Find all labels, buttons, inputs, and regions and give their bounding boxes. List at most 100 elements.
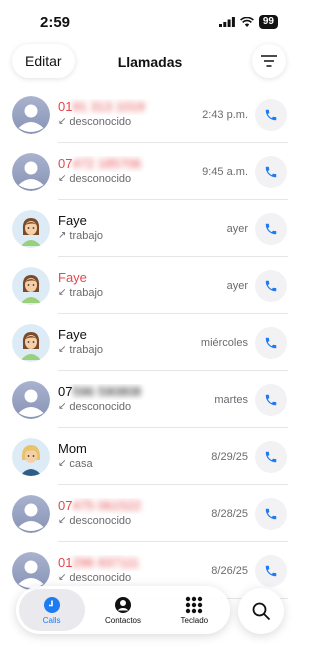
call-back-button[interactable] [255, 155, 287, 188]
call-info: Mom ↙ casa [58, 441, 188, 471]
call-back-button[interactable] [255, 497, 287, 530]
caller-number-redacted: 472 185706 [72, 156, 142, 171]
call-back-button[interactable] [255, 440, 287, 473]
status-icons: 99 [218, 15, 278, 29]
avatar [12, 437, 50, 476]
call-row[interactable]: Faye ↙ trabajo ayer [0, 257, 300, 314]
call-time: miércoles [200, 336, 248, 349]
avatar [12, 152, 50, 191]
call-type: ↙ desconocido [58, 115, 188, 129]
call-row[interactable]: 07596 590808 ↙ desconocido martes [0, 371, 300, 428]
outgoing-arrow-icon: ↗ [58, 230, 67, 241]
page-title: Llamadas [117, 54, 183, 70]
call-type: ↙ trabajo [58, 286, 188, 300]
call-type-label: desconocido [69, 116, 132, 128]
keypad-icon [186, 596, 203, 613]
call-type-label: trabajo [69, 230, 104, 242]
call-time: ayer [226, 279, 248, 292]
call-time: martes [214, 393, 248, 406]
call-time: 8/29/25 [211, 450, 248, 463]
search-button[interactable] [238, 588, 284, 634]
call-type: ↙ desconocido [58, 514, 188, 528]
caller-number-redacted: 296 937111 [72, 555, 140, 570]
caller-name: Faye [58, 213, 87, 228]
avatar [12, 380, 50, 419]
phone-icon [265, 565, 277, 576]
caller-number-redacted: 91 313 1019 [72, 99, 145, 114]
call-row[interactable]: 0191 313 1019 ↙ desconocido 2:43 p.m. [0, 86, 300, 143]
phone-icon [265, 337, 277, 348]
phone-icon [265, 223, 277, 234]
call-row[interactable]: Faye ↙ trabajo miércoles [0, 314, 300, 371]
caller-name: 07475 061522 [58, 498, 188, 514]
caller-name: 0191 313 1019 [58, 99, 188, 115]
tab-keypad[interactable]: Teclado [161, 589, 227, 631]
caller-number-prefix: 07 [58, 384, 73, 399]
call-time: 9:45 a.m. [202, 165, 248, 178]
call-type: ↙ desconocido [58, 571, 188, 585]
avatar [12, 551, 50, 590]
caller-name: Mom [58, 441, 87, 456]
phone-icon [265, 280, 277, 291]
caller-name: 07596 590808 [58, 384, 188, 400]
search-icon [252, 602, 271, 621]
phone-icon [265, 166, 277, 177]
call-info: 07596 590808 ↙ desconocido [58, 384, 188, 414]
avatar [12, 209, 50, 248]
battery-indicator: 99 [258, 15, 278, 29]
tab-bar: Calls Contactos Teclado [16, 586, 230, 634]
wifi-icon [239, 17, 254, 27]
call-info: Faye ↙ trabajo [58, 270, 188, 300]
caller-number-prefix: 07 [58, 498, 73, 513]
tab-keypad-label: Teclado [180, 615, 209, 625]
call-row[interactable]: Faye ↗ trabajo ayer [0, 200, 300, 257]
call-type-label: desconocido [69, 572, 132, 584]
status-bar: 2:59 99 [0, 0, 300, 44]
call-time: 8/26/25 [211, 564, 248, 577]
call-info: 0191 313 1019 ↙ desconocido [58, 99, 188, 129]
incoming-arrow-icon: ↙ [58, 401, 67, 412]
avatar [12, 95, 50, 134]
call-info: Faye ↙ trabajo [58, 327, 188, 357]
status-time: 2:59 [40, 13, 71, 31]
call-time: 2:43 p.m. [202, 108, 248, 121]
call-type: ↙ desconocido [58, 400, 188, 414]
call-type-label: desconocido [69, 515, 132, 527]
incoming-arrow-icon: ↙ [58, 173, 67, 184]
filter-button[interactable] [252, 44, 286, 78]
avatar [12, 266, 50, 305]
call-info: Faye ↗ trabajo [58, 213, 188, 243]
edit-button[interactable]: Editar [12, 44, 75, 78]
call-info: 07472 185706 ↙ desconocido [58, 156, 188, 186]
incoming-arrow-icon: ↙ [58, 515, 67, 526]
incoming-arrow-icon: ↙ [58, 572, 67, 583]
filter-icon [261, 55, 277, 67]
call-back-button[interactable] [255, 554, 287, 587]
call-type-label: desconocido [69, 401, 132, 413]
tab-calls[interactable]: Calls [18, 589, 85, 631]
clock-icon [43, 596, 60, 613]
call-row[interactable]: Mom ↙ casa 8/29/25 [0, 428, 300, 485]
call-type: ↙ desconocido [58, 172, 188, 186]
caller-name: 01296 937111 [58, 555, 188, 571]
call-back-button[interactable] [255, 326, 287, 359]
call-back-button[interactable] [255, 383, 287, 416]
call-back-button[interactable] [255, 212, 287, 245]
call-type: ↙ casa [58, 457, 188, 471]
call-row[interactable]: 07475 061522 ↙ desconocido 8/28/25 [0, 485, 300, 542]
incoming-arrow-icon: ↙ [58, 116, 67, 127]
incoming-arrow-icon: ↙ [58, 344, 67, 355]
call-time: 8/28/25 [211, 507, 248, 520]
call-type-label: trabajo [69, 287, 104, 299]
call-row[interactable]: 07472 185706 ↙ desconocido 9:45 a.m. [0, 143, 300, 200]
tab-contacts[interactable]: Contactos [90, 589, 156, 631]
call-type: ↙ trabajo [58, 343, 188, 357]
caller-name: Faye [58, 270, 87, 285]
call-type-label: trabajo [69, 344, 104, 356]
call-type: ↗ trabajo [58, 229, 188, 243]
caller-number-redacted: 475 061522 [72, 498, 142, 513]
call-back-button[interactable] [255, 98, 287, 131]
call-back-button[interactable] [255, 269, 287, 302]
tab-contacts-label: Contactos [104, 615, 141, 625]
caller-name: Faye [58, 327, 87, 342]
